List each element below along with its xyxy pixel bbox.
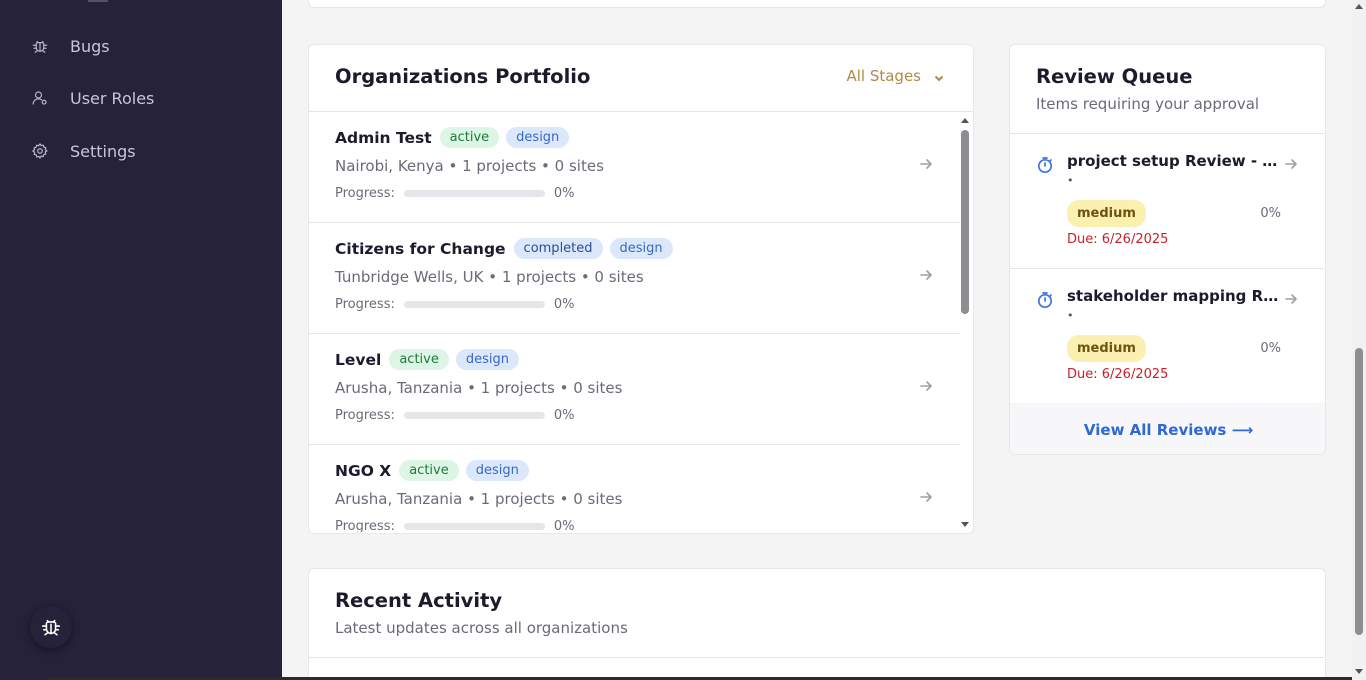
arrow-right-icon[interactable]: [1283, 156, 1299, 172]
org-row[interactable]: Level active design Arusha, Tanzania • 1…: [309, 334, 960, 445]
arrow-right-icon[interactable]: [1283, 291, 1299, 307]
recent-activity-card: Recent Activity Latest updates across al…: [308, 568, 1326, 680]
organizations-list: Admin Test active design Nairobi, Kenya …: [309, 112, 960, 532]
sidebar-item-partial: [88, 0, 108, 2]
stage-badge: design: [506, 127, 570, 148]
view-all-reviews-link[interactable]: View All Reviews ⟶: [1010, 403, 1325, 454]
progress-value: 0%: [553, 297, 575, 312]
review-item[interactable]: stakeholder mapping Rev... • medium 0% D…: [1010, 269, 1325, 404]
stopwatch-icon: [1036, 291, 1054, 309]
progress-value: 0%: [553, 519, 575, 532]
bug-icon: [40, 616, 62, 638]
stage-badge: design: [465, 460, 529, 481]
progress-bar: [403, 523, 545, 530]
status-badge: active: [389, 349, 449, 370]
org-row[interactable]: Admin Test active design Nairobi, Kenya …: [309, 112, 960, 223]
previous-card-partial: [308, 0, 1326, 8]
arrow-right-icon[interactable]: [918, 267, 934, 283]
stage-filter-select[interactable]: All Stages: [846, 67, 945, 85]
progress-label: Progress:: [335, 297, 395, 312]
sidebar: Bugs User Roles Settings: [0, 0, 282, 680]
review-item-dot: •: [1067, 174, 1074, 187]
org-meta: Nairobi, Kenya • 1 projects • 0 sites: [335, 157, 604, 175]
org-row[interactable]: Citizens for Change completed design Tun…: [309, 223, 960, 334]
org-progress: Progress: 0%: [335, 297, 574, 312]
org-name: NGO X: [335, 461, 392, 480]
progress-label: Progress:: [335, 186, 395, 201]
progress-bar: [403, 301, 545, 308]
org-row[interactable]: NGO X active design Arusha, Tanzania • 1…: [309, 445, 960, 532]
sidebar-item-bugs[interactable]: Bugs: [30, 31, 110, 61]
progress-bar: [403, 190, 545, 197]
progress-label: Progress:: [335, 519, 395, 532]
stopwatch-icon: [1036, 156, 1054, 174]
activity-subtitle: Latest updates across all organizations: [335, 619, 628, 637]
review-header: Review Queue Items requiring your approv…: [1010, 45, 1325, 134]
progress-bar: [403, 412, 545, 419]
status-badge: completed: [513, 238, 603, 259]
organizations-portfolio-card: Organizations Portfolio All Stages Admin…: [308, 44, 974, 534]
due-date: Due: 6/26/2025: [1067, 232, 1169, 247]
review-item-title: project setup Review - Ex...: [1067, 152, 1280, 170]
org-name: Citizens for Change: [335, 239, 506, 258]
priority-badge: medium: [1067, 200, 1146, 227]
sidebar-item-user-roles[interactable]: User Roles: [30, 83, 154, 113]
activity-title: Recent Activity: [335, 589, 503, 612]
org-name: Level: [335, 350, 382, 369]
arrow-right-icon[interactable]: [918, 489, 934, 505]
review-subtitle: Items requiring your approval: [1036, 95, 1260, 113]
org-meta: Arusha, Tanzania • 1 projects • 0 sites: [335, 490, 623, 508]
arrow-right-icon[interactable]: [918, 156, 934, 172]
stage-badge: design: [455, 349, 519, 370]
gear-icon: [30, 141, 50, 161]
review-title: Review Queue: [1036, 65, 1193, 88]
sidebar-item-label: Bugs: [70, 36, 110, 56]
bug-icon: [30, 36, 50, 56]
bug-report-button[interactable]: [30, 606, 72, 648]
priority-badge: medium: [1067, 335, 1146, 362]
due-date: Due: 6/26/2025: [1067, 367, 1169, 382]
stage-filter-value: All Stages: [846, 67, 921, 85]
status-badge: active: [439, 127, 500, 148]
review-progress: 0%: [1260, 206, 1281, 221]
sidebar-item-label: User Roles: [70, 88, 155, 108]
review-item-dot: •: [1067, 309, 1074, 322]
org-name: Admin Test: [335, 128, 432, 147]
progress-label: Progress:: [335, 408, 395, 423]
chevron-down-icon: [933, 70, 945, 82]
review-queue-card: Review Queue Items requiring your approv…: [1009, 44, 1326, 455]
stage-badge: design: [609, 238, 673, 259]
org-meta: Tunbridge Wells, UK • 1 projects • 0 sit…: [335, 268, 644, 286]
sidebar-item-label: Settings: [70, 141, 136, 161]
org-progress: Progress: 0%: [335, 408, 574, 423]
review-item-title: stakeholder mapping Rev...: [1067, 287, 1280, 305]
activity-header: Recent Activity Latest updates across al…: [309, 569, 1325, 658]
arrow-right-icon[interactable]: [918, 378, 934, 394]
main-content: Organizations Portfolio All Stages Admin…: [282, 0, 1352, 680]
progress-value: 0%: [553, 408, 575, 423]
org-progress: Progress: 0%: [335, 186, 574, 201]
progress-value: 0%: [553, 186, 575, 201]
review-progress: 0%: [1260, 341, 1281, 356]
review-item[interactable]: project setup Review - Ex... • medium 0%…: [1010, 134, 1325, 269]
user-roles-icon: [30, 88, 50, 108]
list-scrollbar[interactable]: [959, 114, 971, 531]
portfolio-header: Organizations Portfolio All Stages: [309, 45, 973, 112]
status-badge: active: [399, 460, 459, 481]
page-scrollbar[interactable]: [1352, 0, 1366, 680]
portfolio-title: Organizations Portfolio: [335, 65, 591, 88]
org-progress: Progress: 0%: [335, 519, 574, 532]
org-meta: Arusha, Tanzania • 1 projects • 0 sites: [335, 379, 623, 397]
sidebar-item-settings[interactable]: Settings: [30, 136, 136, 166]
